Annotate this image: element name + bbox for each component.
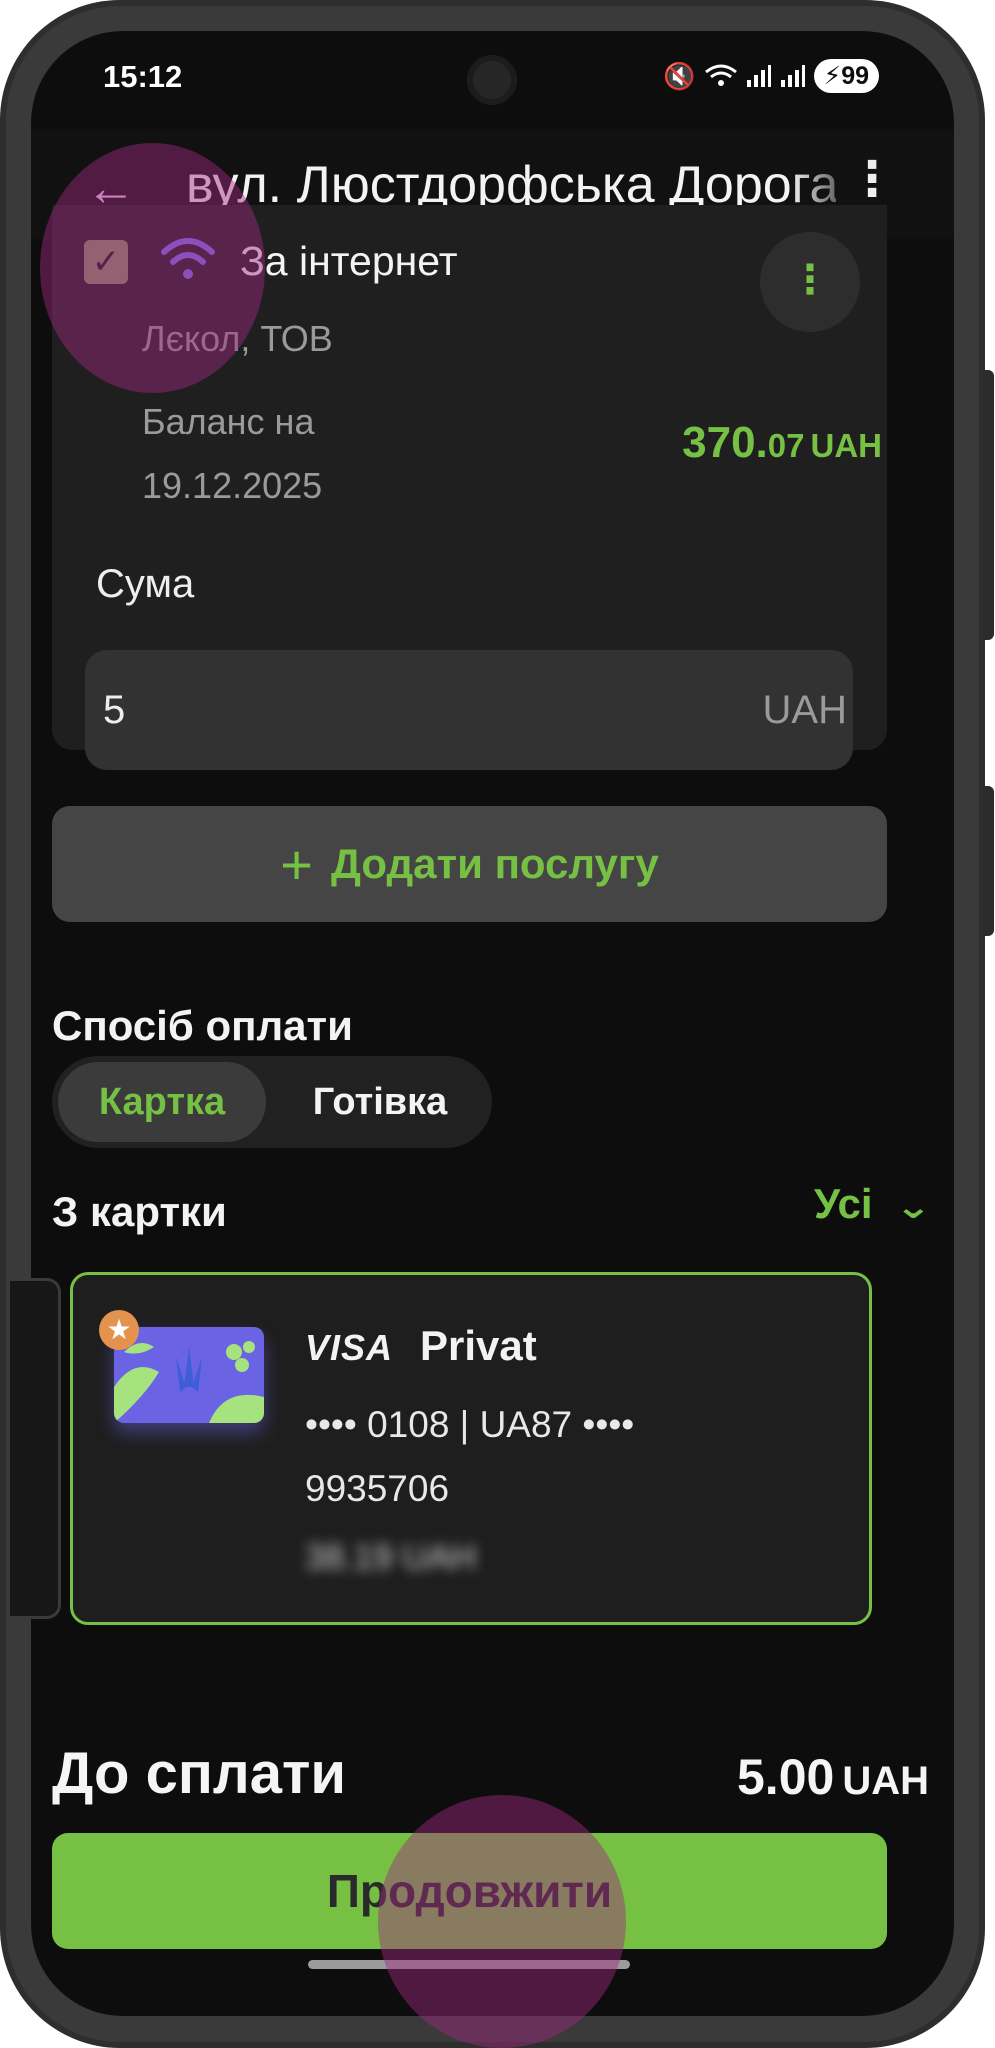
total-amount-value: 5.00 [737, 1749, 835, 1805]
signal-icon [746, 65, 771, 87]
balance-amount: 370.07 UAH [682, 418, 882, 468]
card-image [114, 1327, 264, 1423]
card-bank-name: Privat [420, 1322, 537, 1369]
side-button-lower [984, 786, 994, 936]
total-amount: 5.00 UAH [737, 1748, 929, 1806]
home-indicator[interactable] [308, 1960, 630, 1969]
payment-method-title: Спосіб оплати [52, 1002, 353, 1049]
all-cards-link[interactable]: Усі ⌄ [813, 1180, 931, 1228]
add-service-label: Додати послугу [330, 840, 659, 887]
service-provider: Лєкол, ТОВ [142, 318, 333, 359]
status-icons: 🔇 ⚡99 [663, 59, 879, 93]
amount-value[interactable]: 5 [103, 688, 125, 733]
add-service-button[interactable]: + Додати послугу [52, 806, 887, 922]
status-bar: 15:12 🔇 ⚡99 [31, 31, 954, 126]
chevron-down-icon: ⌄ [894, 1188, 932, 1226]
previous-card-peek[interactable] [10, 1278, 61, 1619]
total-currency: UAH [842, 1759, 929, 1803]
card-network: VISA [305, 1327, 394, 1368]
card-art-pattern [114, 1341, 264, 1423]
side-button-upper [984, 370, 994, 640]
service-more-button[interactable]: ⋮ [760, 232, 860, 332]
battery-level: 99 [841, 62, 869, 90]
amount-input[interactable] [85, 650, 853, 770]
amount-currency: UAH [762, 688, 847, 732]
continue-button[interactable]: Продовжити [52, 1833, 887, 1949]
wifi-status-icon [704, 64, 737, 86]
tab-card[interactable]: Картка [58, 1062, 266, 1142]
all-cards-label: Усі [813, 1180, 873, 1227]
card-balance-blurred: 38.19 UAH [305, 1538, 477, 1577]
mute-icon: 🔇 [663, 60, 696, 91]
service-name: За інтернет [240, 238, 458, 284]
tab-cash[interactable]: Готівка [280, 1062, 480, 1142]
battery-badge: ⚡99 [813, 59, 879, 93]
total-label: До сплати [52, 1741, 347, 1806]
amount-label: Сума [96, 562, 195, 606]
balance-label: Баланс на 19.12.2025 [142, 401, 323, 506]
plus-icon: + [280, 832, 313, 896]
status-time: 15:12 [103, 59, 183, 94]
card-number: •••• 0108 | UA87 •••• 9935706 [305, 1404, 635, 1509]
wifi-icon [161, 238, 215, 279]
from-card-title: З картки [52, 1188, 227, 1235]
signal-icon-2 [780, 65, 805, 87]
star-icon: ★ [99, 1310, 139, 1350]
balance-fraction: 07 [767, 427, 805, 464]
service-checkbox[interactable]: ✓ [84, 240, 128, 284]
balance-integer: 370. [682, 418, 768, 467]
balance-currency: UAH [810, 427, 883, 464]
kebab-icon[interactable]: ⋮ [848, 151, 896, 207]
front-camera [467, 55, 517, 105]
